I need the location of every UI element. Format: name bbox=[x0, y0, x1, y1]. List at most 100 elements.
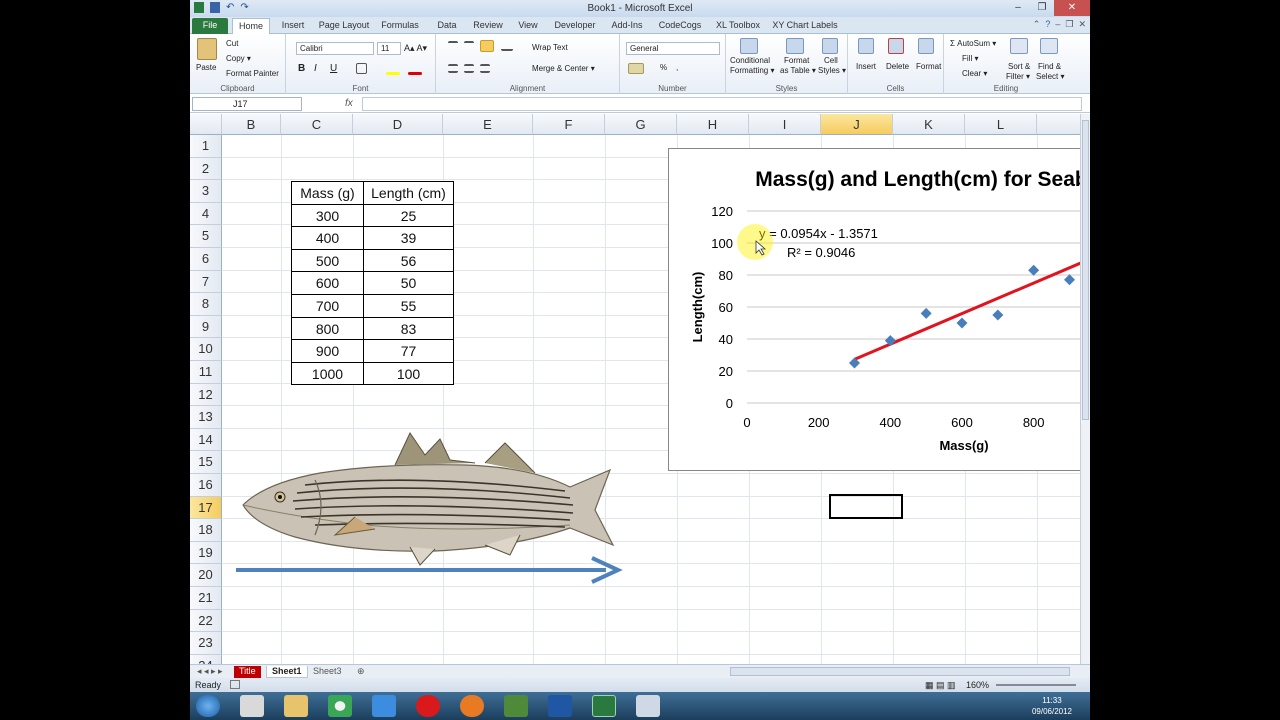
window-restore-icon[interactable]: ❐ bbox=[1065, 19, 1073, 30]
horizontal-scrollbar[interactable] bbox=[730, 667, 1070, 676]
row-header-11[interactable]: 11 bbox=[190, 361, 222, 384]
align-bottom-icon[interactable] bbox=[480, 40, 494, 52]
column-header-f[interactable]: F bbox=[533, 114, 605, 135]
macro-record-icon[interactable] bbox=[230, 680, 240, 689]
network-icon[interactable] bbox=[548, 695, 572, 717]
font-color-icon[interactable] bbox=[408, 72, 422, 75]
row-header-21[interactable]: 21 bbox=[190, 587, 222, 610]
tab-insert[interactable]: Insert bbox=[274, 18, 312, 34]
table-header-mass[interactable]: Mass (g) bbox=[291, 181, 364, 205]
paste-button[interactable]: Paste bbox=[196, 63, 216, 72]
number-format-box[interactable]: General bbox=[626, 42, 720, 55]
x-axis-label[interactable]: Mass(g) bbox=[939, 438, 988, 453]
row-header-9[interactable]: 9 bbox=[190, 315, 222, 339]
window-close-icon[interactable]: ✕ bbox=[1078, 19, 1086, 30]
table-header-length[interactable]: Length (cm) bbox=[363, 181, 454, 205]
row-header-24[interactable]: 24 bbox=[190, 654, 222, 664]
insert-cells-button[interactable]: Insert bbox=[856, 62, 876, 71]
table-cell-length[interactable]: 56 bbox=[363, 248, 454, 273]
align-center-icon[interactable] bbox=[464, 64, 474, 73]
select-all-corner[interactable] bbox=[190, 114, 222, 135]
row-header-19[interactable]: 19 bbox=[190, 541, 222, 565]
autosum-button[interactable]: Σ AutoSum ▾ bbox=[950, 39, 996, 48]
conditional-formatting-icon[interactable] bbox=[740, 38, 758, 54]
align-right-icon[interactable] bbox=[480, 64, 490, 73]
font-size-box[interactable]: 11 bbox=[377, 42, 401, 55]
delete-cells-icon[interactable] bbox=[888, 38, 904, 54]
table-cell-length[interactable]: 55 bbox=[363, 294, 454, 318]
delete-cells-button[interactable]: Delete bbox=[886, 62, 909, 71]
format-cells-button[interactable]: Format bbox=[916, 62, 941, 71]
chrome-icon[interactable] bbox=[328, 695, 352, 717]
help-icon[interactable]: ? bbox=[1045, 19, 1050, 30]
column-header-j[interactable]: J bbox=[821, 114, 893, 135]
table-cell-mass[interactable]: 700 bbox=[291, 294, 364, 318]
row-header-13[interactable]: 13 bbox=[190, 406, 222, 429]
row-header-20[interactable]: 20 bbox=[190, 564, 222, 587]
data-point[interactable] bbox=[1028, 264, 1040, 276]
merge-center-button[interactable]: Merge & Center ▾ bbox=[532, 64, 595, 73]
cell-styles-icon[interactable] bbox=[822, 38, 838, 54]
table-cell-length[interactable]: 83 bbox=[363, 316, 454, 341]
row-header-4[interactable]: 4 bbox=[190, 202, 222, 226]
window-minimize-icon[interactable]: – bbox=[1055, 19, 1060, 30]
column-header-d[interactable]: D bbox=[353, 114, 443, 135]
chart-title[interactable]: Mass(g) and Length(cm) for Seabass bbox=[755, 168, 1090, 191]
sheet-nav-arrows[interactable]: ◂ ◂ ▸ ▸ bbox=[192, 666, 228, 678]
system-clock[interactable]: 11:33 09/06/2012 bbox=[1032, 695, 1072, 717]
scroll-thumb[interactable] bbox=[1082, 120, 1089, 420]
data-point[interactable] bbox=[992, 309, 1004, 321]
find-select-button[interactable]: Find & bbox=[1038, 62, 1061, 71]
firefox-icon[interactable] bbox=[460, 695, 484, 717]
explorer-icon[interactable] bbox=[284, 695, 308, 717]
zoom-slider[interactable] bbox=[996, 684, 1076, 686]
row-header-15[interactable]: 15 bbox=[190, 451, 222, 474]
formula-input[interactable] bbox=[362, 97, 1082, 111]
insert-sheet-icon[interactable]: ⊕ bbox=[352, 666, 370, 678]
trendline-equation[interactable]: y = 0.0954x - 1.3571 bbox=[759, 226, 878, 241]
sort-filter-button[interactable]: Sort & bbox=[1008, 62, 1030, 71]
insert-cells-icon[interactable] bbox=[858, 38, 874, 54]
fill-color-icon[interactable] bbox=[386, 72, 400, 75]
r-squared-label[interactable]: R² = 0.9046 bbox=[787, 245, 855, 260]
font-name-box[interactable]: Calibri bbox=[296, 42, 374, 55]
row-header-1[interactable]: 1 bbox=[190, 135, 222, 158]
scatter-chart[interactable]: Mass(g) and Length(cm) for Seabass 0 20 40… bbox=[668, 148, 1090, 471]
table-cell-mass[interactable]: 800 bbox=[291, 316, 364, 341]
tab-add-ins[interactable]: Add-Ins bbox=[606, 18, 648, 34]
minimize-button[interactable]: – bbox=[1006, 0, 1030, 16]
align-top-icon[interactable] bbox=[448, 41, 458, 51]
screen-recorder-icon[interactable] bbox=[636, 695, 660, 717]
sheet-tab-sheet3[interactable]: Sheet3 bbox=[308, 666, 347, 678]
row-header-22[interactable]: 22 bbox=[190, 609, 222, 633]
conditional-formatting-button[interactable]: Conditional bbox=[730, 56, 770, 65]
tab-xl-toolbox[interactable]: XL Toolbox bbox=[712, 18, 764, 34]
format-painter-button[interactable]: Format Painter bbox=[226, 69, 279, 78]
tab-xy-chart-labels[interactable]: XY Chart Labels bbox=[772, 18, 838, 34]
table-cell-mass[interactable]: 300 bbox=[291, 203, 364, 228]
table-cell-length[interactable]: 100 bbox=[363, 361, 454, 386]
cell-styles-button[interactable]: Cell bbox=[824, 56, 838, 65]
row-header-8[interactable]: 8 bbox=[190, 293, 222, 316]
excel-taskbar-icon[interactable] bbox=[592, 695, 616, 717]
sort-filter-icon[interactable] bbox=[1010, 38, 1028, 54]
blue-arrow-shape[interactable] bbox=[234, 556, 624, 584]
close-button[interactable]: ✕ bbox=[1054, 0, 1090, 16]
italic-button[interactable]: I bbox=[314, 63, 317, 74]
column-header-b[interactable]: B bbox=[222, 114, 281, 135]
format-cells-icon[interactable] bbox=[918, 38, 934, 54]
table-cell-length[interactable]: 39 bbox=[363, 226, 454, 250]
fx-icon[interactable]: fx bbox=[345, 98, 353, 109]
selected-cell-j17[interactable] bbox=[829, 494, 903, 519]
column-header-k[interactable]: K bbox=[893, 114, 965, 135]
column-header-m[interactable] bbox=[1037, 114, 1080, 135]
align-middle-icon[interactable] bbox=[464, 41, 474, 51]
table-cell-mass[interactable]: 1000 bbox=[291, 361, 364, 386]
name-box[interactable]: J17 bbox=[192, 97, 302, 111]
format-as-table-button[interactable]: Format bbox=[784, 56, 809, 65]
row-header-2[interactable]: 2 bbox=[190, 157, 222, 181]
align-left-icon[interactable] bbox=[448, 64, 458, 73]
row-header-18[interactable]: 18 bbox=[190, 519, 222, 542]
table-cell-mass[interactable]: 500 bbox=[291, 248, 364, 273]
clear-button[interactable]: Clear ▾ bbox=[962, 69, 987, 78]
